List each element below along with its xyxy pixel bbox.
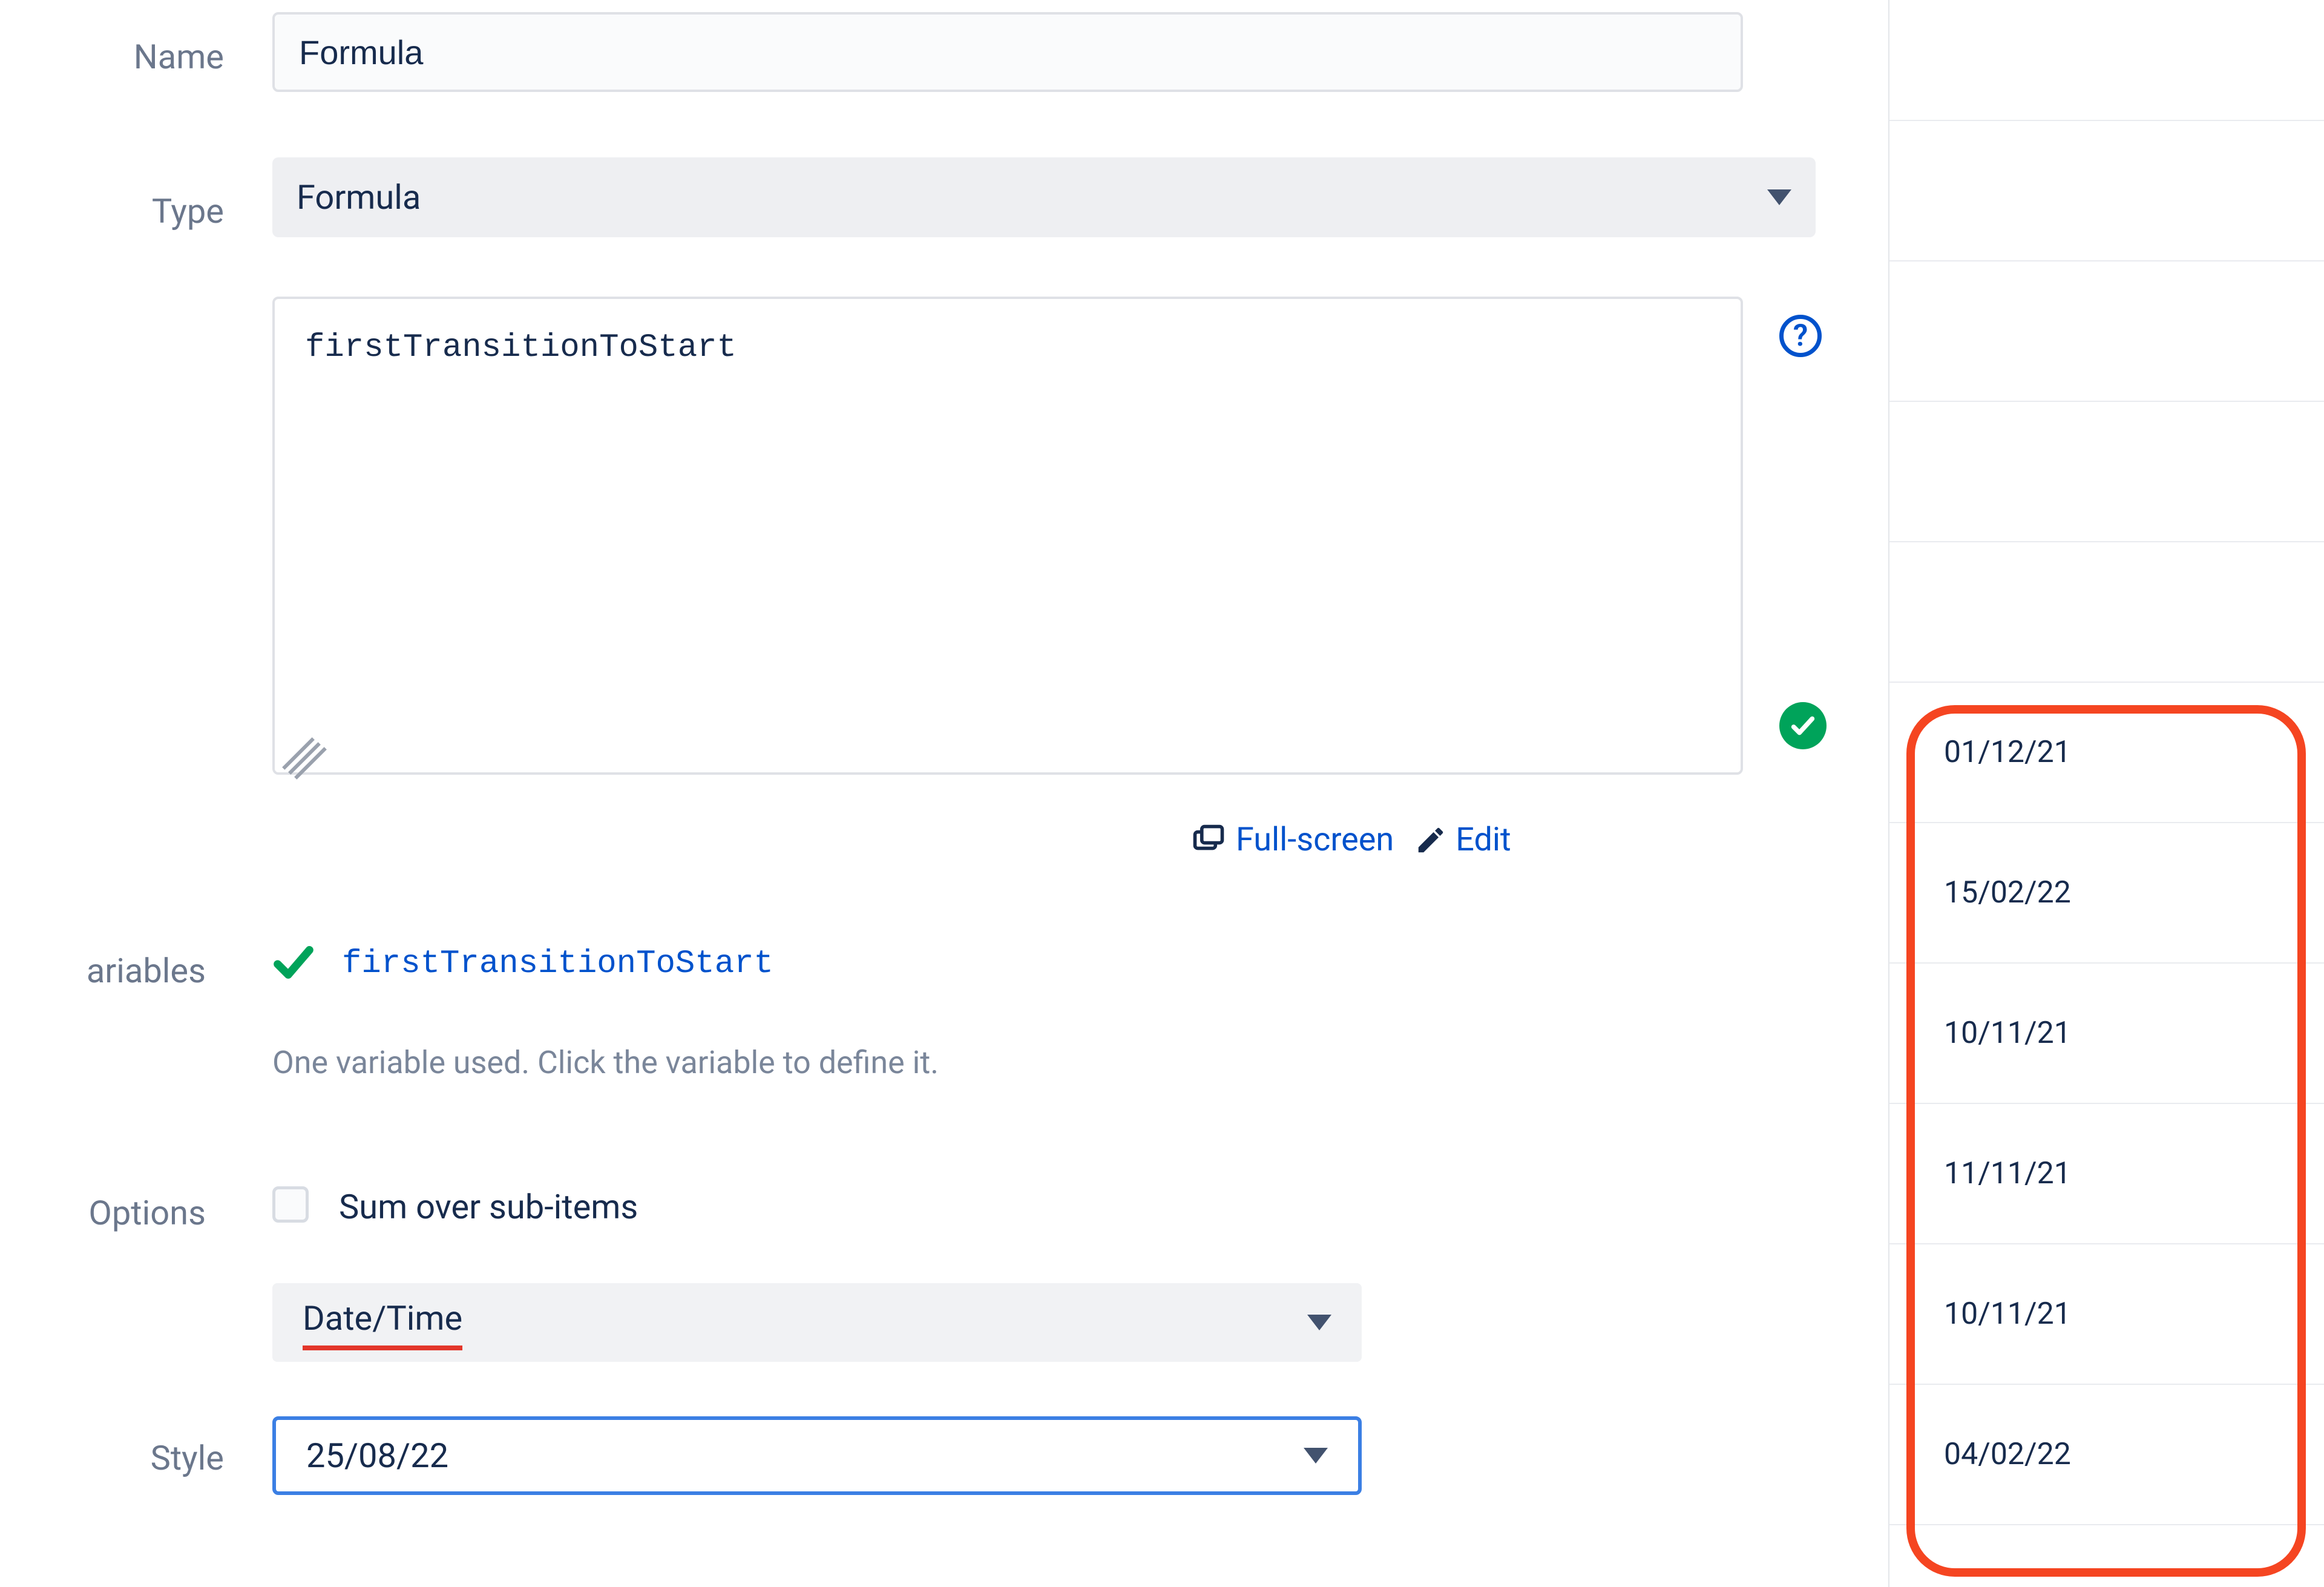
preview-cell-empty [1889,0,2324,121]
preview-cell: 01/12/21 [1889,683,2324,823]
fullscreen-icon [1192,824,1225,856]
style-select[interactable]: 25/08/22 [272,1416,1362,1495]
preview-cell: 15/02/22 [1889,823,2324,964]
preview-cell: 10/11/21 [1889,1244,2324,1385]
edit-button[interactable]: Edit [1414,817,1511,863]
variable-link[interactable]: firstTransitionToStart [342,941,773,987]
fullscreen-label: Full-screen [1236,817,1394,863]
preview-column: 01/12/21 15/02/22 10/11/21 11/11/21 10/1… [1888,0,2324,1587]
pencil-icon [1414,824,1447,856]
preview-cell: 11/11/21 [1889,1104,2324,1244]
name-input[interactable] [272,12,1743,92]
style-select-value: 25/08/22 [306,1432,448,1479]
preview-cell-empty [1889,261,2324,402]
format-category-value: Date/Time [303,1295,462,1350]
edit-label: Edit [1456,817,1511,863]
chevron-down-icon [1307,1315,1331,1330]
formula-editor[interactable] [272,297,1743,775]
preview-cell: 10/11/21 [1889,964,2324,1104]
name-label: Name [24,33,224,80]
editor-actions: Full-screen Edit [1192,817,1749,863]
preview-cell-empty [1889,542,2324,683]
variable-valid-icon [272,941,315,994]
valid-check-icon [1779,702,1827,749]
preview-cell-empty [1889,402,2324,542]
variable-hint: One variable used. Click the variable to… [272,1041,939,1085]
type-select-value: Formula [297,174,421,221]
sum-over-sub-items-label: Sum over sub-items [339,1183,638,1230]
type-label: Type [24,188,224,235]
help-icon[interactable]: ? [1779,315,1822,357]
style-label: Style [24,1434,224,1482]
preview-cell: 04/02/22 [1889,1385,2324,1525]
fullscreen-button[interactable]: Full-screen [1192,817,1394,863]
options-label: Options [0,1189,206,1237]
type-select[interactable]: Formula [272,157,1816,237]
format-category-select[interactable]: Date/Time [272,1283,1362,1362]
preview-cell-empty [1889,121,2324,261]
variables-label: ariables [0,947,206,994]
sum-over-sub-items-checkbox[interactable] [272,1186,309,1223]
chevron-down-icon [1767,189,1791,205]
chevron-down-icon [1304,1448,1328,1464]
